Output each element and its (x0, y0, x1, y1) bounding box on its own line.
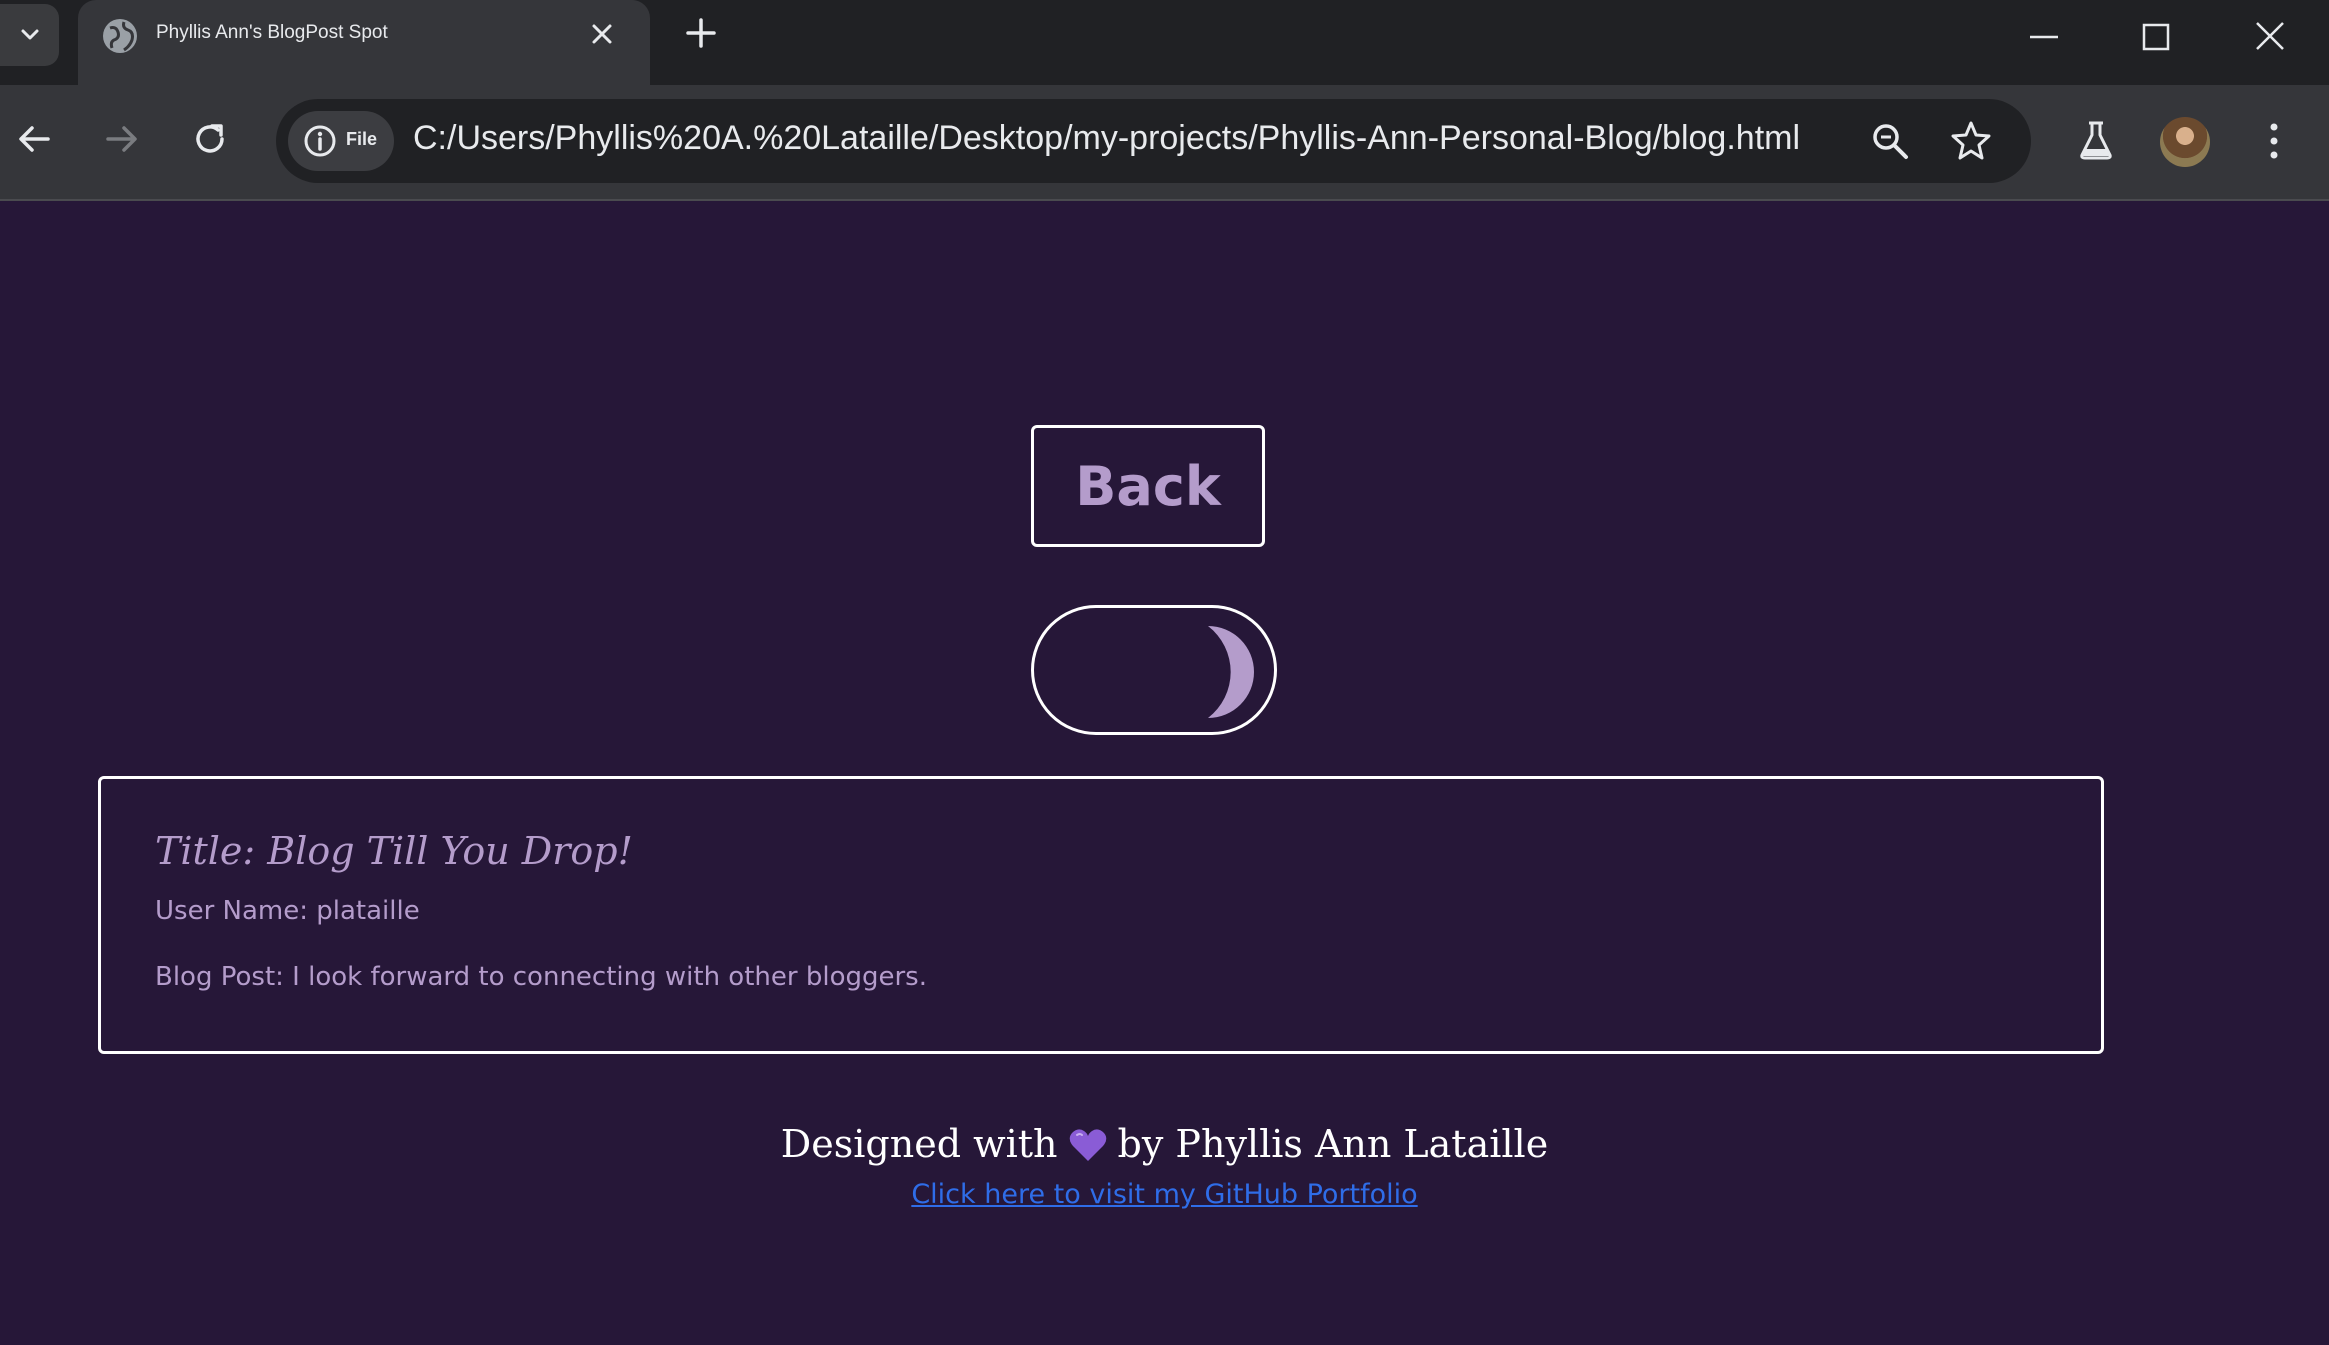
tab-title: Phyllis Ann's BlogPost Spot (156, 22, 388, 43)
forward-arrow-icon[interactable] (100, 117, 144, 161)
info-icon (304, 125, 336, 157)
profile-avatar[interactable] (2160, 117, 2210, 167)
address-bar[interactable]: File C:/Users/Phyllis%20A.%20Lataille/De… (276, 99, 2031, 183)
post-title: Title: Blog Till You Drop! (155, 829, 633, 873)
post-username: User Name: plataille (155, 896, 420, 926)
moon-icon (1208, 626, 1254, 718)
star-icon[interactable] (1950, 119, 1992, 161)
github-portfolio-link[interactable]: Click here to visit my GitHub Portfolio (911, 1179, 1417, 1210)
footer-designed-prefix: Designed with (780, 1122, 1058, 1166)
footer-designed-suffix: by Phyllis Ann Lataille (1117, 1122, 1549, 1166)
tab-search-button[interactable] (0, 4, 59, 66)
plus-icon[interactable] (684, 16, 718, 50)
back-arrow-icon[interactable] (12, 117, 56, 161)
minimize-icon[interactable] (2026, 20, 2062, 54)
zoom-icon[interactable] (1870, 121, 1910, 161)
reload-icon[interactable] (188, 117, 232, 161)
site-chip-label: File (346, 129, 378, 149)
labs-flask-icon[interactable] (2076, 119, 2116, 161)
kebab-menu-icon[interactable] (2262, 119, 2286, 163)
globe-icon (103, 19, 137, 53)
close-icon[interactable] (588, 20, 616, 48)
chevron-down-icon (21, 29, 38, 40)
blog-post-card: Title: Blog Till You Drop! User Name: pl… (98, 776, 2104, 1054)
purple-heart-icon (1069, 1129, 1106, 1161)
browser-toolbar: File C:/Users/Phyllis%20A.%20Lataille/De… (0, 85, 2329, 201)
maximize-icon[interactable] (2138, 20, 2174, 54)
blog-page: Back Title: Blog Till You Drop! User Nam… (0, 201, 2329, 1345)
footer: Designed with by Phyllis Ann Lataille Cl… (0, 1121, 2329, 1210)
browser-tab[interactable]: Phyllis Ann's BlogPost Spot (78, 0, 650, 85)
window-close-icon[interactable] (2252, 18, 2288, 54)
footer-credit: Designed with by Phyllis Ann Lataille (0, 1121, 2329, 1167)
back-button[interactable]: Back (1031, 425, 1265, 547)
post-body: Blog Post: I look forward to connecting … (155, 962, 927, 992)
url-text[interactable]: C:/Users/Phyllis%20A.%20Lataille/Desktop… (413, 119, 1800, 158)
theme-toggle[interactable] (1031, 605, 1277, 735)
site-info-chip[interactable]: File (288, 111, 394, 171)
browser-titlebar: Phyllis Ann's BlogPost Spot (0, 0, 2329, 85)
